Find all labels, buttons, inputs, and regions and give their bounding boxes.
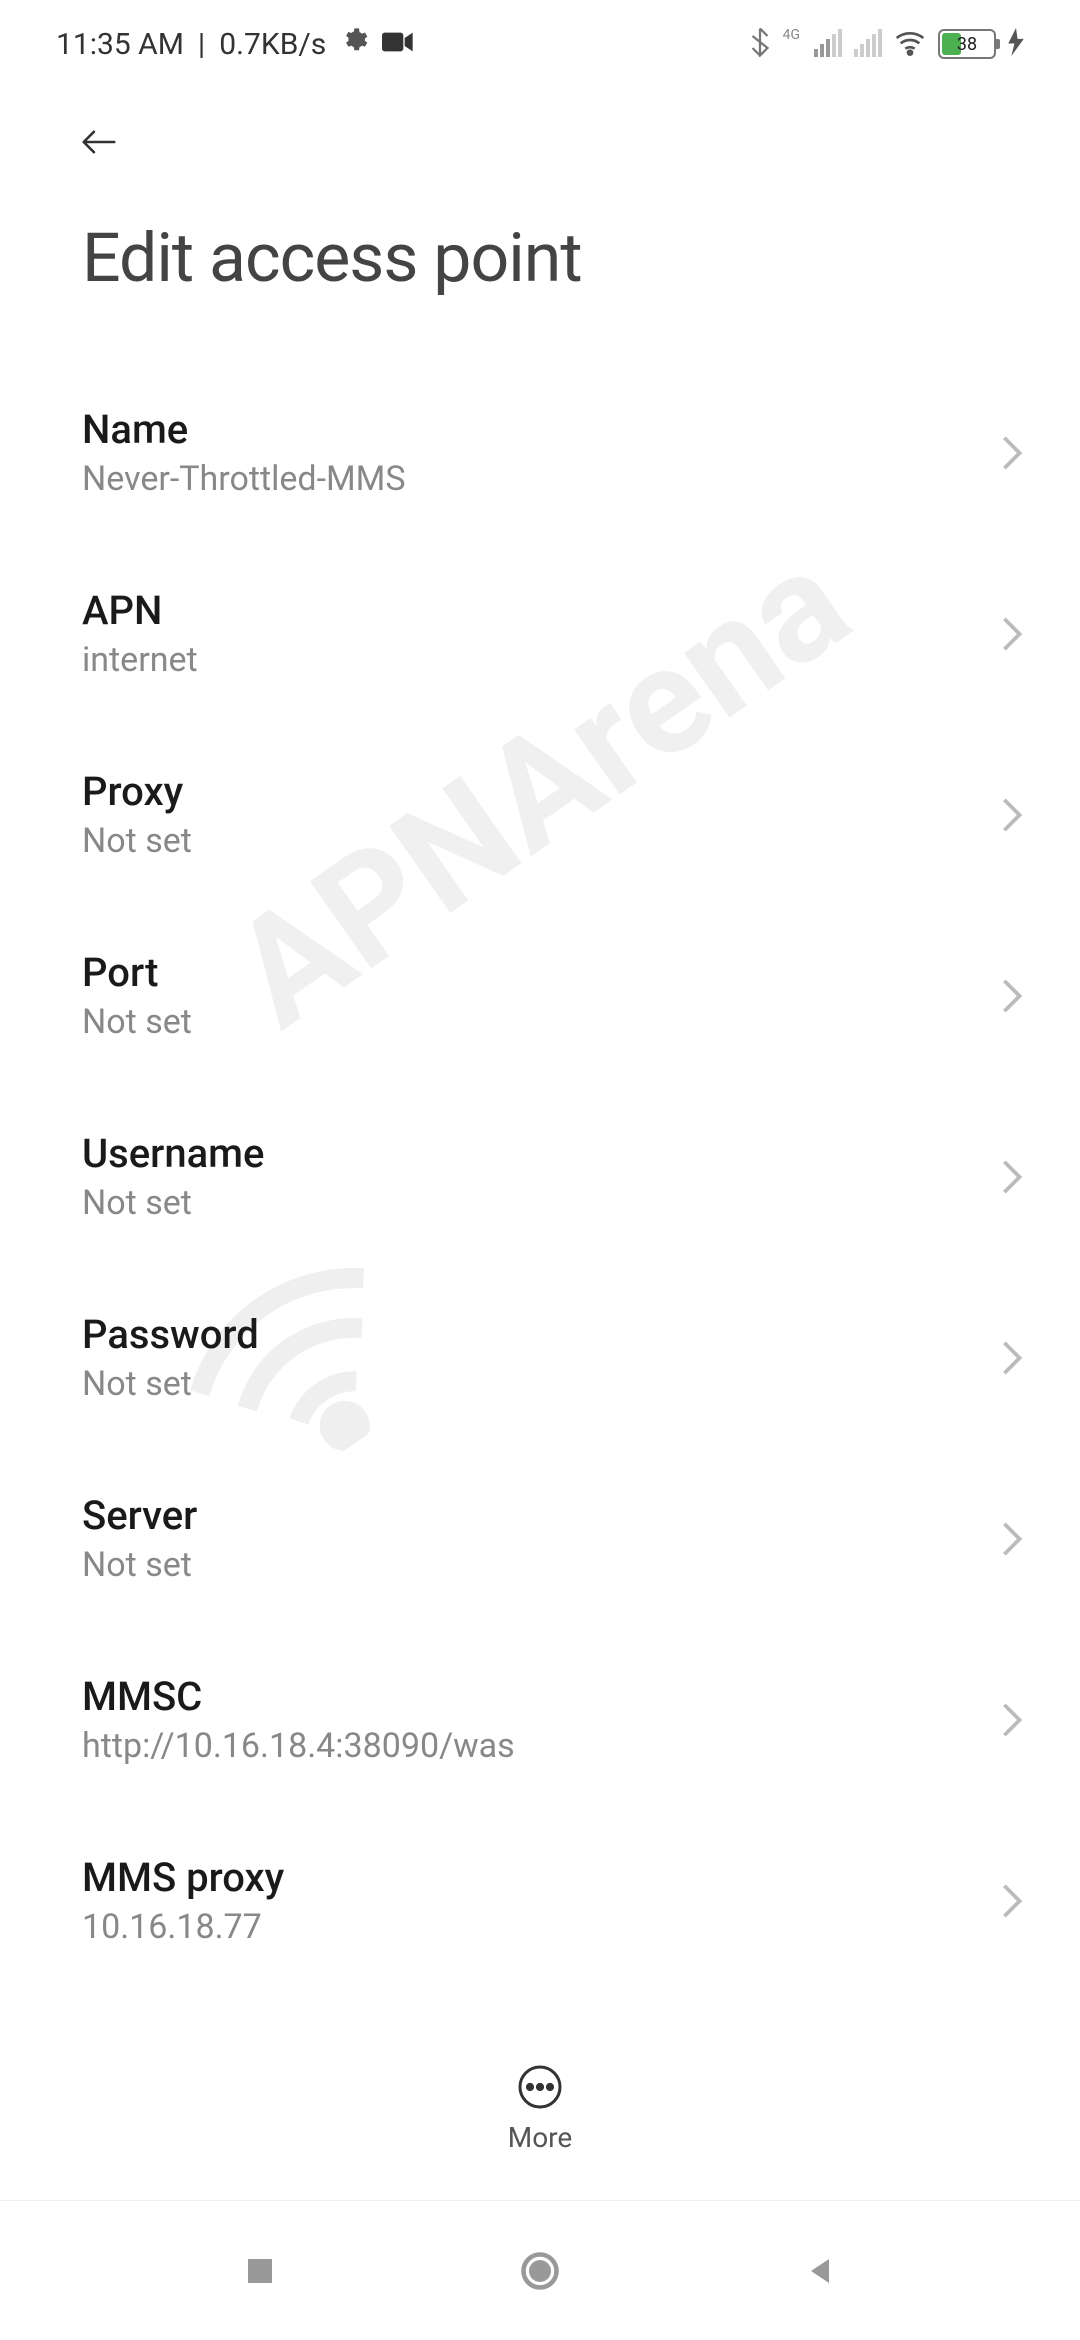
header (0, 82, 1080, 182)
status-separator: | (198, 27, 205, 62)
battery-icon: 38 (938, 29, 996, 59)
triangle-left-icon (802, 2253, 838, 2289)
chevron-right-icon (1000, 1158, 1024, 1196)
nav-back-button[interactable] (794, 2245, 846, 2297)
charging-icon (1008, 28, 1024, 60)
square-icon (242, 2253, 278, 2289)
settings-list: Name Never-Throttled-MMS APN internet Pr… (0, 326, 1080, 1991)
setting-label: APN (82, 587, 980, 634)
setting-label: Username (82, 1130, 980, 1177)
camera-icon (382, 27, 414, 62)
chevron-right-icon (1000, 1520, 1024, 1558)
signal-bars-sim2-icon (854, 31, 882, 57)
setting-value: Never-Throttled-MMS (82, 459, 980, 499)
settings-scroll-area[interactable]: Name Never-Throttled-MMS APN internet Pr… (0, 326, 1080, 2226)
setting-row-mms-proxy[interactable]: MMS proxy 10.16.18.77 (0, 1810, 1080, 1991)
setting-label: MMSC (82, 1673, 980, 1720)
gear-icon (340, 26, 368, 62)
setting-value: 10.16.18.77 (82, 1907, 980, 1947)
setting-label: Server (82, 1492, 980, 1539)
status-left-cluster: 11:35 AM | 0.7KB/s (56, 26, 414, 62)
chevron-right-icon (1000, 434, 1024, 472)
arrow-left-icon (82, 122, 116, 162)
chevron-right-icon (1000, 977, 1024, 1015)
chevron-right-icon (1000, 1339, 1024, 1377)
wifi-icon (894, 28, 926, 60)
chevron-right-icon (1000, 615, 1024, 653)
setting-value: Not set (82, 1364, 980, 1404)
setting-row-proxy[interactable]: Proxy Not set (0, 724, 1080, 905)
setting-label: MMS proxy (82, 1854, 980, 1901)
setting-value: Not set (82, 1545, 980, 1585)
battery-percent: 38 (940, 34, 994, 55)
chevron-right-icon (1000, 1882, 1024, 1920)
chevron-right-icon (1000, 796, 1024, 834)
setting-row-server[interactable]: Server Not set (0, 1448, 1080, 1629)
status-data-rate: 0.7KB/s (219, 27, 326, 62)
setting-row-username[interactable]: Username Not set (0, 1086, 1080, 1267)
chevron-right-icon (1000, 1701, 1024, 1739)
network-4g-label: 4G (783, 27, 800, 43)
setting-row-name[interactable]: Name Never-Throttled-MMS (0, 362, 1080, 543)
status-bar: 11:35 AM | 0.7KB/s 4G 38 (0, 0, 1080, 82)
setting-value: Not set (82, 1183, 980, 1223)
setting-row-mmsc[interactable]: MMSC http://10.16.18.4:38090/was (0, 1629, 1080, 1810)
status-right-cluster: 4G 38 (749, 27, 1024, 61)
page-title: Edit access point (0, 182, 1080, 326)
status-time: 11:35 AM (56, 27, 184, 62)
nav-recents-button[interactable] (234, 2245, 286, 2297)
bluetooth-icon (749, 27, 771, 61)
setting-value: Not set (82, 1002, 980, 1042)
back-button[interactable] (56, 112, 116, 172)
nav-home-button[interactable] (514, 2245, 566, 2297)
setting-label: Proxy (82, 768, 980, 815)
circle-icon (518, 2249, 562, 2293)
setting-value: internet (82, 640, 980, 680)
setting-label: Name (82, 406, 980, 453)
setting-value: http://10.16.18.4:38090/was (82, 1726, 980, 1766)
signal-bars-sim1-icon (814, 31, 842, 57)
setting-label: Password (82, 1311, 980, 1358)
setting-label: Port (82, 949, 980, 996)
setting-row-port[interactable]: Port Not set (0, 905, 1080, 1086)
setting-value: Not set (82, 821, 980, 861)
setting-row-apn[interactable]: APN internet (0, 543, 1080, 724)
setting-row-password[interactable]: Password Not set (0, 1267, 1080, 1448)
